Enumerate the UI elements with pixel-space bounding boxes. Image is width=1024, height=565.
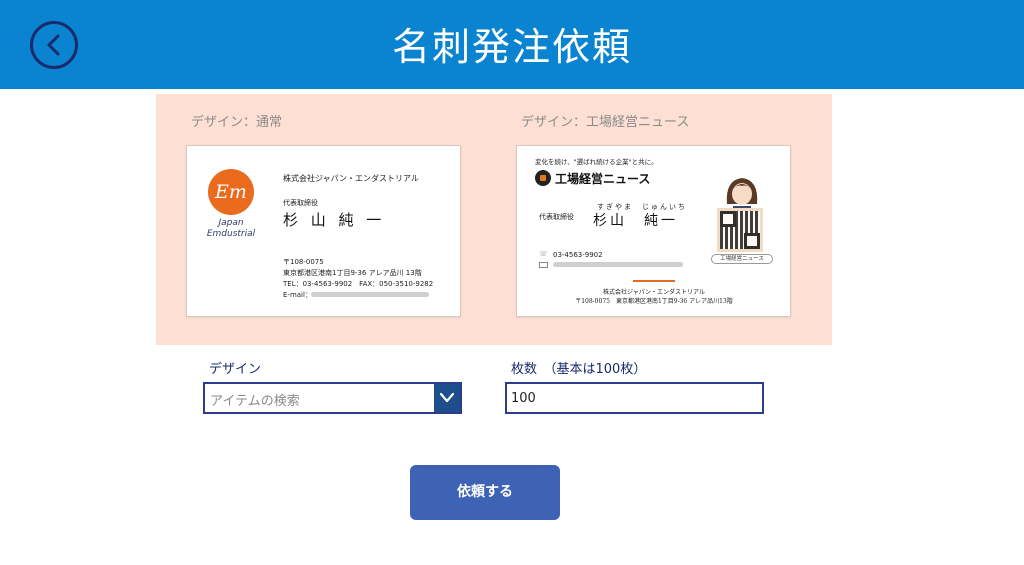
qr-code	[717, 208, 763, 252]
design-preview-panel: デザイン：通常 デザイン：工場経営ニュース Em Japan Emdustria…	[156, 94, 832, 345]
card-role: 代表取締役	[283, 199, 318, 207]
chevron-down-icon	[439, 392, 455, 403]
page-title: 名刺発注依頼	[391, 25, 632, 69]
dropdown-toggle-button[interactable]	[434, 384, 460, 412]
business-card-news: 変化を続け、"選ばれ続ける企業"と共に。 工場経営ニュース すぎやま じゅんいち…	[516, 145, 791, 317]
card-address: 東京都港区港南1丁目9-36 アレア品川 13階	[283, 269, 422, 277]
card-footer-company: 株式会社ジャパン・エンダストリアル	[603, 289, 705, 296]
business-card-standard: Em Japan Emdustrial 株式会社ジャパン・エンダストリアル 代表…	[186, 145, 461, 317]
brand-gear-icon	[535, 170, 551, 186]
card-email-redacted	[553, 262, 683, 267]
card-company: 株式会社ジャパン・エンダストリアル	[283, 174, 419, 183]
count-label: 枚数 （基本は100枚）	[511, 362, 647, 377]
card-tel-fax: TEL：03-4563-9902 FAX：050-3510-9282	[283, 280, 434, 288]
card-brand: 工場経営ニュース	[555, 172, 651, 186]
card-email-label: E-mail：	[283, 291, 312, 299]
company-logo: Em	[208, 169, 254, 215]
design-dropdown-placeholder: アイテムの検索	[210, 394, 300, 409]
card-caption-news: デザイン：工場経営ニュース	[521, 115, 690, 130]
count-input[interactable]	[505, 382, 764, 414]
card-caption-standard: デザイン：通常	[191, 115, 283, 130]
card-footer-address: 〒108-0075 東京都港区港南1丁目9-36 アレア品川13階	[575, 298, 733, 305]
company-logo-text: Japan Emdustrial	[206, 218, 256, 239]
card-name: 杉 山 純 一	[283, 211, 386, 229]
card-name: 杉山 純一	[593, 213, 678, 229]
card-tagline: 変化を続け、"選ばれ続ける企業"と共に。	[535, 158, 658, 166]
app-header: 名刺発注依頼	[0, 0, 1024, 89]
phone-icon: ☏	[539, 250, 548, 258]
submit-button[interactable]: 依頼する	[410, 465, 560, 520]
card-email-redacted	[311, 292, 429, 297]
design-dropdown[interactable]: アイテムの検索	[203, 382, 462, 414]
card-phone: 03-4563-9902	[553, 251, 603, 259]
mail-icon	[539, 262, 548, 268]
card-postal: 〒108-0075	[283, 258, 324, 266]
design-label: デザイン	[209, 362, 262, 377]
qr-label: 工場経営ニュース	[711, 254, 773, 264]
card-divider	[633, 280, 675, 282]
card-role: 代表取締役	[539, 213, 574, 221]
